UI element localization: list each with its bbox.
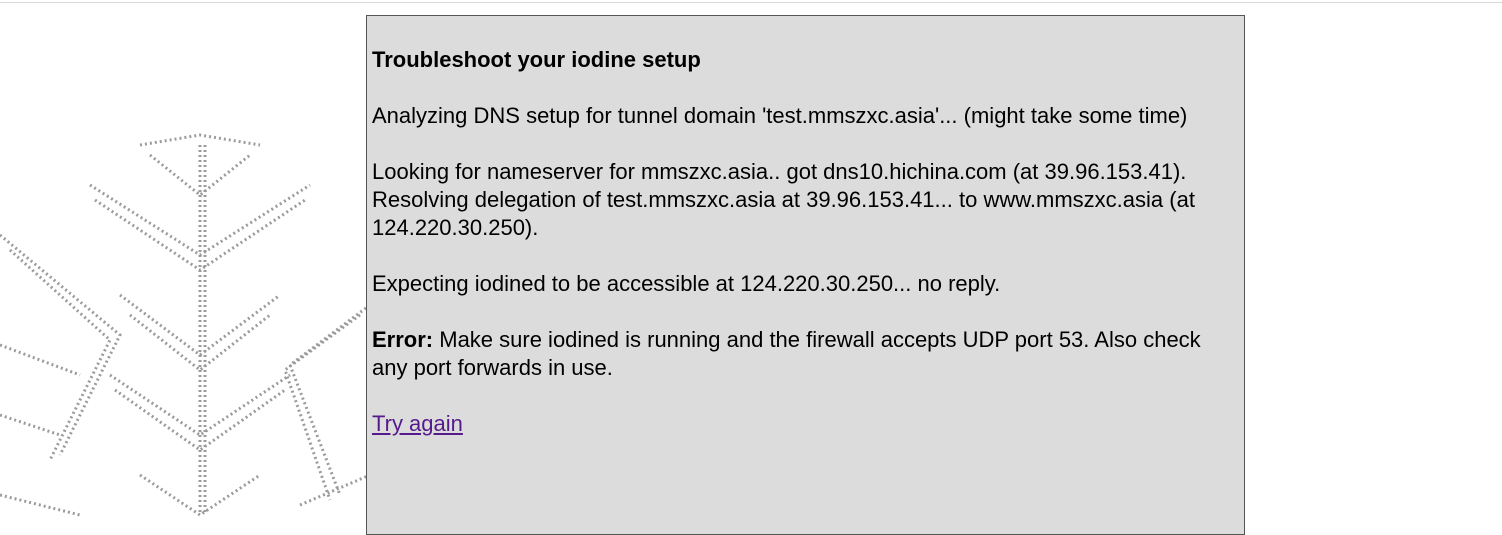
delegation-message: Resolving delegation of test.mmszxc.asia… — [372, 187, 1195, 240]
error-message: Error: Make sure iodined is running and … — [372, 326, 1239, 382]
error-label: Error: — [372, 327, 434, 352]
try-again-link[interactable]: Try again — [372, 411, 463, 436]
troubleshoot-panel: Troubleshoot your iodine setup Analyzing… — [366, 15, 1245, 535]
panel-title: Troubleshoot your iodine setup — [372, 47, 701, 72]
top-divider — [0, 2, 1502, 3]
nameserver-lookup-message: Looking for nameserver for mmszxc.asia..… — [372, 159, 1187, 184]
error-text: Make sure iodined is running and the fir… — [372, 327, 1201, 380]
retry-row: Try again — [372, 410, 1239, 438]
expecting-message: Expecting iodined to be accessible at 12… — [372, 271, 1001, 296]
analyzing-message: Analyzing DNS setup for tunnel domain 't… — [372, 103, 1188, 128]
snowflake-graphic — [0, 115, 370, 523]
